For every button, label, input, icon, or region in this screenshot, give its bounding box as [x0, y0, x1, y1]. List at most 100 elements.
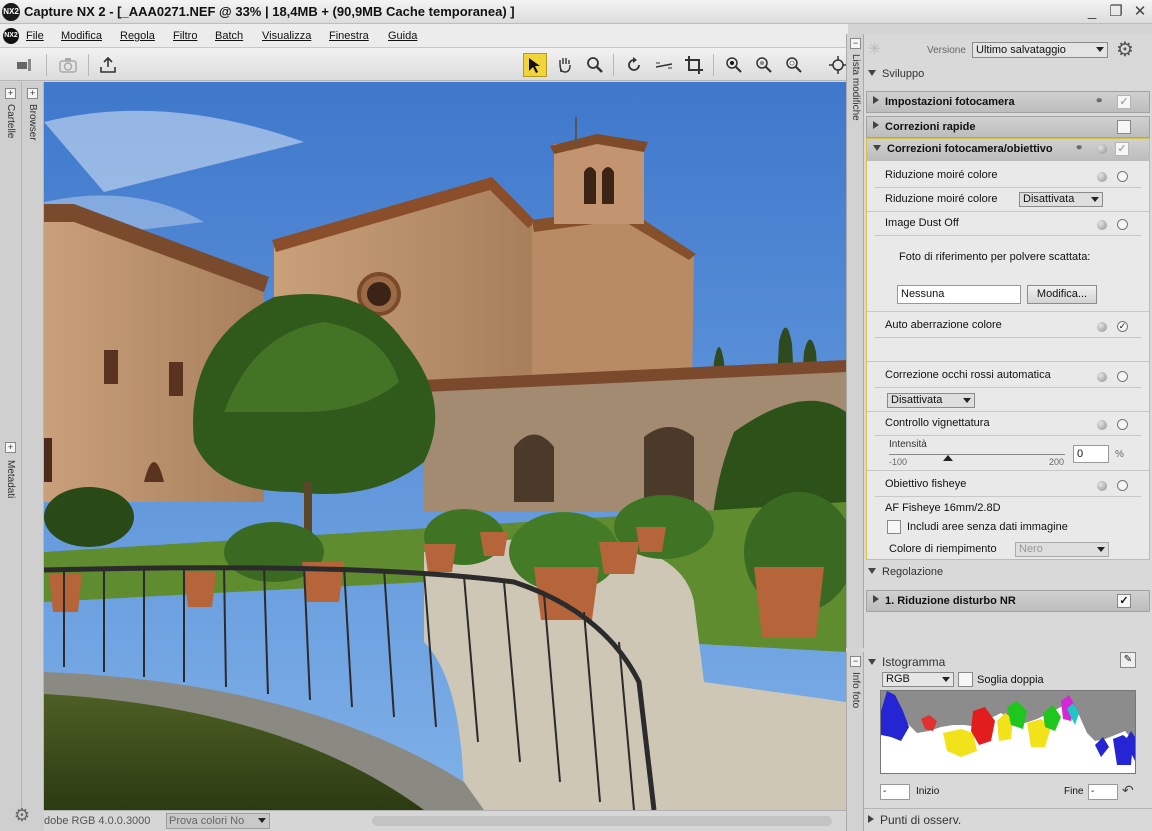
histogram-end-input[interactable]: -	[1088, 784, 1118, 800]
section-regolazione[interactable]: Regolazione	[868, 566, 943, 578]
quick-fix-checkbox[interactable]	[1117, 120, 1131, 134]
link-icon: ⚭	[1095, 96, 1104, 107]
menu-filtro[interactable]: Filtro	[173, 30, 197, 42]
status-dot-icon	[1097, 372, 1107, 382]
include-areas-row: Includi aree senza dati immagine	[867, 520, 1149, 537]
print-icon[interactable]	[96, 53, 120, 77]
hand-icon[interactable]	[553, 53, 577, 77]
menu-batch[interactable]: Batch	[215, 30, 243, 42]
status-dot-icon	[1097, 144, 1107, 154]
vignette-toggle[interactable]	[1117, 419, 1128, 430]
reset-icon[interactable]: ↶	[1122, 782, 1134, 799]
app-logo-icon: NX2	[2, 3, 20, 21]
chevron-down-icon	[258, 818, 266, 823]
histogram-start-label: Inizio	[916, 786, 940, 797]
dust-ref-label: Foto di riferimento per polvere scattata…	[899, 251, 1091, 263]
straighten-icon[interactable]	[652, 53, 676, 77]
softproof-select[interactable]: Prova colori No	[166, 813, 270, 829]
dust-ref-row: Foto di riferimento per polvere scattata…	[867, 251, 1149, 281]
auto-ca-toggle[interactable]: ✓	[1117, 321, 1128, 332]
neutral-point-icon[interactable]	[752, 53, 776, 77]
crop-icon[interactable]	[682, 53, 706, 77]
white-point-icon[interactable]	[782, 53, 806, 77]
histogram-channel-select[interactable]: RGB	[882, 672, 954, 687]
tab-cartelle[interactable]: Cartelle	[5, 104, 16, 138]
zoom-icon[interactable]	[583, 53, 607, 77]
group-quick-fix[interactable]: Correzioni rapide	[866, 116, 1150, 138]
fisheye-toggle[interactable]	[1117, 480, 1128, 491]
collapse-triangle-icon	[868, 70, 876, 76]
tab-info-foto[interactable]: Info foto	[850, 672, 861, 708]
section-regolazione-label: Regolazione	[882, 566, 944, 578]
histogram-start-input[interactable]: -	[880, 784, 910, 800]
sparkle-icon: ✳	[868, 41, 882, 58]
dual-threshold-label: Soglia doppia	[977, 674, 1044, 686]
horizontal-scrollbar[interactable]	[372, 816, 832, 826]
dust-off-title: Image Dust Off	[885, 217, 959, 229]
chevron-down-icon	[942, 677, 950, 682]
photo-canvas[interactable]	[44, 82, 846, 810]
noise-reduction-text: 1. Riduzione disturbo NR	[885, 595, 1016, 607]
menu-guida[interactable]: Guida	[388, 30, 417, 42]
eyedropper-icon[interactable]: ✎	[1120, 652, 1136, 668]
red-eye-select[interactable]: Disattivata	[887, 393, 975, 408]
select-arrow-icon[interactable]	[523, 53, 547, 77]
include-areas-checkbox[interactable]	[887, 520, 901, 534]
section-sviluppo[interactable]: Sviluppo	[868, 68, 924, 80]
noise-reduction-checkbox[interactable]: ✓	[1117, 594, 1131, 608]
camera-settings-checkbox[interactable]: ✓	[1117, 95, 1131, 109]
section-watch-points[interactable]: Punti di osserv.	[868, 813, 961, 827]
group-camera-lens-header[interactable]: Correzioni fotocamera/obiettivo ⚭ ✓	[867, 139, 1149, 161]
expand-folders-icon[interactable]: +	[5, 88, 16, 99]
version-select[interactable]: Ultimo salvataggio	[972, 42, 1108, 58]
dust-modify-button[interactable]: Modifica...	[1027, 285, 1097, 304]
chevron-down-icon	[963, 398, 971, 403]
black-point-icon[interactable]	[722, 53, 746, 77]
close-button[interactable]: ✕	[1130, 3, 1150, 21]
photo-image	[44, 82, 846, 810]
intensity-input[interactable]: 0	[1073, 445, 1109, 463]
fill-color-select[interactable]: Nero	[1015, 542, 1109, 557]
link-icon: ⚭	[1075, 143, 1084, 154]
dust-ref-input[interactable]: Nessuna	[897, 285, 1021, 304]
tab-metadati[interactable]: Metadati	[5, 460, 16, 498]
section-histogram[interactable]: Istogramma	[868, 655, 945, 669]
rotate-icon[interactable]	[622, 53, 646, 77]
moire-toggle[interactable]	[1117, 171, 1128, 182]
app-menu-icon[interactable]: NX2	[3, 28, 19, 44]
settings-gear-icon[interactable]: ⚙	[8, 801, 36, 829]
camera-icon[interactable]	[56, 53, 80, 77]
restore-button[interactable]: ❐	[1106, 3, 1126, 21]
red-eye-toggle[interactable]	[1117, 371, 1128, 382]
dual-threshold-checkbox[interactable]	[958, 672, 973, 687]
intensity-unit: %	[1115, 449, 1124, 460]
expand-triangle-icon	[873, 595, 879, 603]
left-tab-column: + Cartelle + Metadati	[0, 82, 22, 810]
expand-metadata-icon[interactable]: +	[5, 442, 16, 453]
expand-browser-icon[interactable]: +	[27, 88, 38, 99]
collapse-edit-list-icon[interactable]: −	[850, 38, 861, 49]
group-camera-settings[interactable]: Impostazioni fotocamera ⚭ ✓	[866, 91, 1150, 113]
group-noise-reduction[interactable]: 1. Riduzione disturbo NR ✓	[866, 590, 1150, 612]
menu-regola[interactable]: Regola	[120, 30, 155, 42]
camera-lens-checkbox[interactable]: ✓	[1115, 142, 1129, 156]
group-quick-fix-label: Correzioni rapide	[873, 121, 975, 133]
gear-icon[interactable]: ⚙	[1116, 37, 1134, 62]
moire-select[interactable]: Disattivata	[1019, 192, 1103, 207]
intensity-label: Intensità	[889, 439, 927, 450]
dust-off-toggle[interactable]	[1117, 219, 1128, 230]
tab-browser[interactable]: Browser	[27, 104, 38, 141]
menu-file[interactable]: File	[26, 30, 44, 42]
minimize-button[interactable]: _	[1082, 3, 1102, 21]
menu-finestra[interactable]: Finestra	[329, 30, 369, 42]
auto-ca-title: Auto aberrazione colore	[885, 319, 1002, 331]
menu-visualizza[interactable]: Visualizza	[262, 30, 311, 42]
intensity-slider-track[interactable]	[889, 454, 1065, 455]
collapse-photo-info-icon[interactable]: −	[850, 656, 861, 667]
watch-points-label: Punti di osserv.	[880, 813, 962, 827]
tab-lista-modifiche[interactable]: Lista modifiche	[850, 54, 861, 121]
left-sidebar: + Cartelle + Metadati + Browser	[0, 82, 44, 831]
intensity-slider-thumb[interactable]	[942, 455, 953, 461]
menu-modifica[interactable]: Modifica	[61, 30, 102, 42]
workspace-icon[interactable]	[12, 53, 36, 77]
